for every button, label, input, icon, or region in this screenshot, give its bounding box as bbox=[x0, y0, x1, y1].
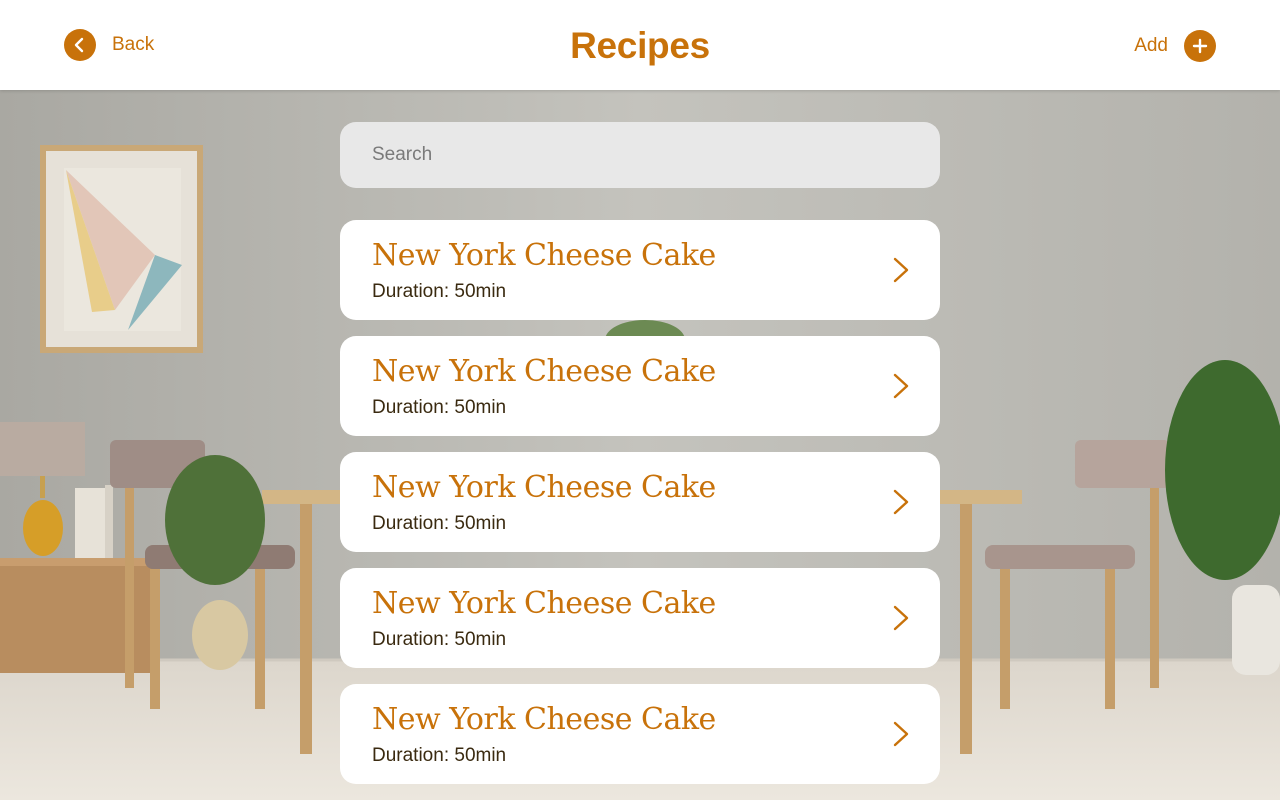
chevron-right-icon bbox=[893, 605, 909, 631]
add-button[interactable]: Add bbox=[1134, 30, 1216, 62]
recipe-duration: Duration: 50min bbox=[372, 397, 507, 418]
recipe-list-item[interactable]: New York Cheese Cake Duration: 50min bbox=[340, 568, 940, 668]
recipe-duration: Duration: 50min bbox=[372, 513, 507, 534]
recipe-list-item[interactable]: New York Cheese Cake Duration: 50min bbox=[340, 336, 940, 436]
search-field[interactable] bbox=[340, 122, 940, 188]
chevron-right-icon bbox=[893, 721, 909, 747]
plus-icon bbox=[1184, 30, 1216, 62]
chevron-right-icon bbox=[893, 373, 909, 399]
chevron-right-icon bbox=[893, 257, 909, 283]
recipe-duration: Duration: 50min bbox=[372, 745, 507, 766]
recipe-list-item[interactable]: New York Cheese Cake Duration: 50min bbox=[340, 220, 940, 320]
search-input[interactable] bbox=[340, 122, 940, 188]
recipe-name: New York Cheese Cake bbox=[372, 586, 716, 621]
recipe-name: New York Cheese Cake bbox=[372, 470, 716, 505]
recipe-name: New York Cheese Cake bbox=[372, 354, 716, 389]
recipe-list-item[interactable]: New York Cheese Cake Duration: 50min bbox=[340, 452, 940, 552]
chevron-right-icon bbox=[893, 489, 909, 515]
top-bar: Back Recipes Add bbox=[0, 0, 1280, 90]
recipe-name: New York Cheese Cake bbox=[372, 702, 716, 737]
recipe-name: New York Cheese Cake bbox=[372, 238, 716, 273]
add-label: Add bbox=[1134, 35, 1168, 56]
recipe-list-item[interactable]: New York Cheese Cake Duration: 50min bbox=[340, 684, 940, 784]
recipe-duration: Duration: 50min bbox=[372, 629, 507, 650]
recipe-duration: Duration: 50min bbox=[372, 281, 507, 302]
recipe-list: New York Cheese Cake Duration: 50min New… bbox=[340, 220, 940, 800]
page-title: Recipes bbox=[570, 25, 710, 66]
